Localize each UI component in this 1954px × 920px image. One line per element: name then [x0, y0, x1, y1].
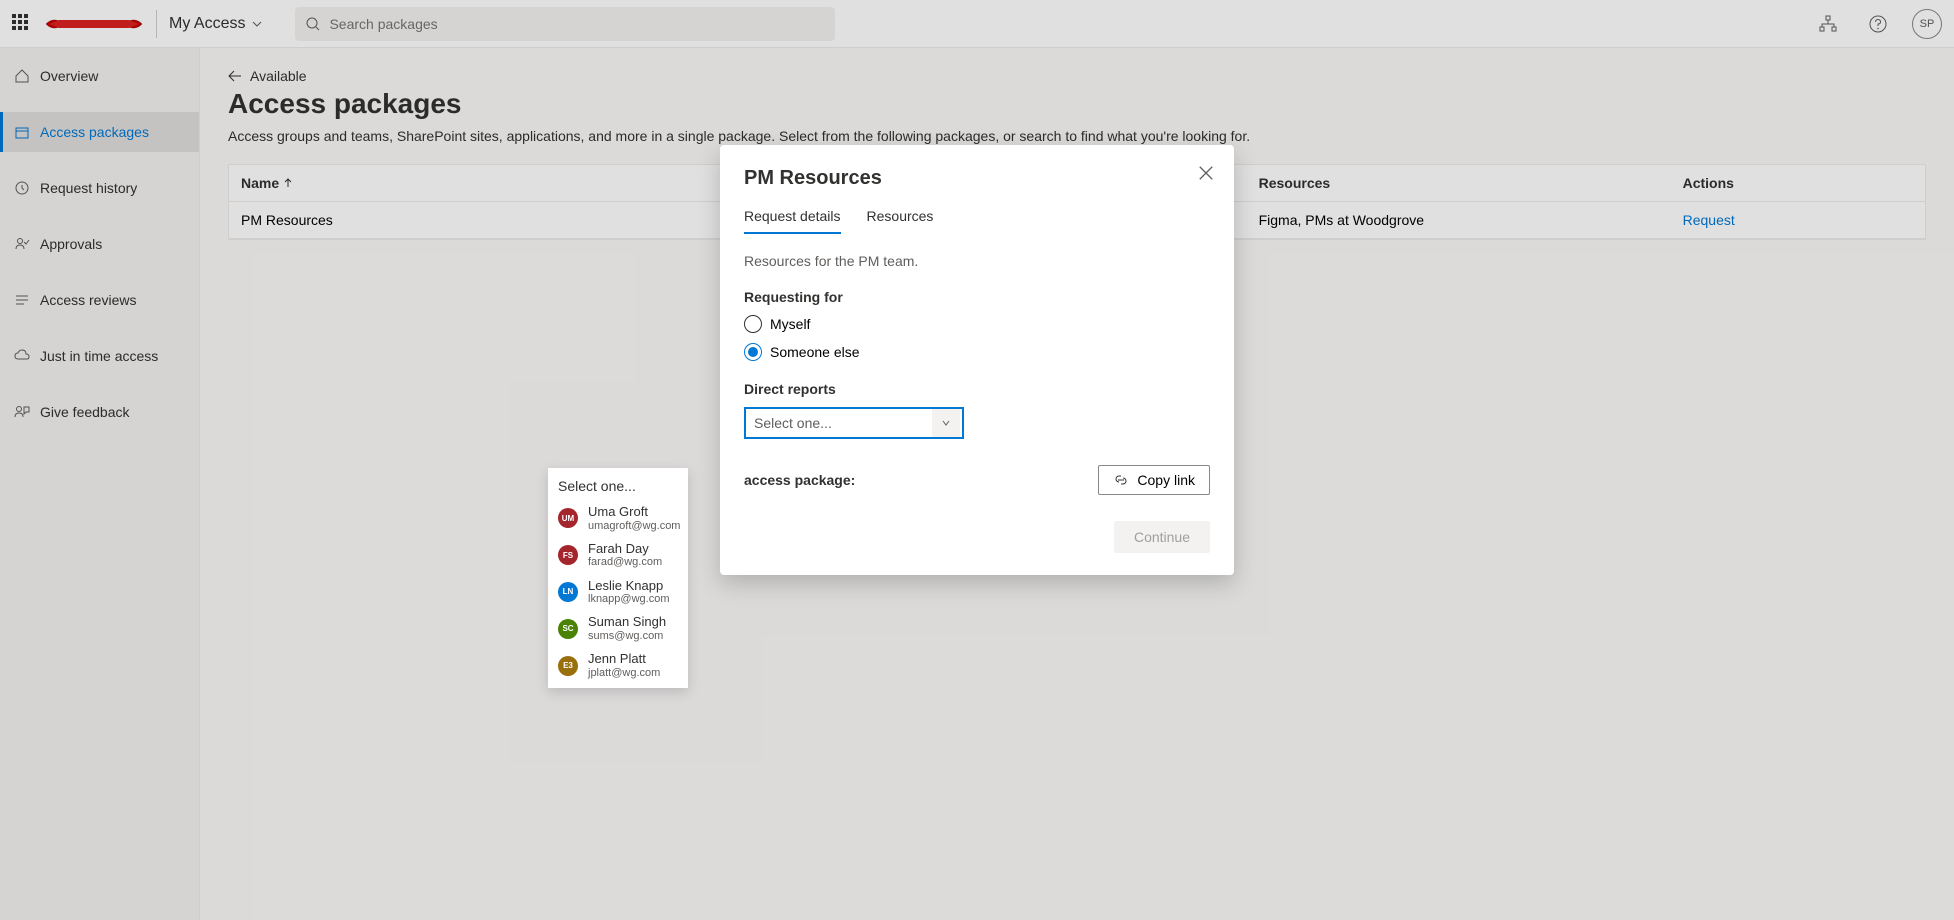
tab-resources[interactable]: Resources — [867, 208, 934, 234]
modal-actions: Continue — [744, 521, 1210, 553]
person-name: Suman Singh — [588, 614, 666, 630]
share-row: access package: Copy link — [744, 465, 1210, 495]
person-text: Jenn Platt jplatt@wg.com — [588, 651, 660, 680]
direct-reports-dropdown: Select one... UM Uma Groft umagroft@wg.c… — [548, 468, 688, 688]
modal-title: PM Resources — [744, 167, 1210, 190]
radio-someone-else[interactable]: Someone else — [744, 343, 1210, 361]
radio-label: Someone else — [770, 344, 860, 360]
person-name: Leslie Knapp — [588, 578, 669, 594]
request-modal: PM Resources Request details Resources R… — [720, 145, 1234, 575]
share-label: access package: — [744, 472, 855, 488]
direct-reports-label: Direct reports — [744, 381, 1210, 397]
radio-icon — [744, 315, 762, 333]
dropdown-placeholder[interactable]: Select one... — [548, 472, 688, 500]
dropdown-item[interactable]: FS Farah Day farad@wg.com — [548, 537, 688, 574]
person-text: Farah Day farad@wg.com — [588, 541, 662, 570]
person-avatar: FS — [558, 545, 578, 565]
person-text: Leslie Knapp lknapp@wg.com — [588, 578, 669, 607]
link-icon — [1113, 472, 1129, 488]
dropdown-item[interactable]: LN Leslie Knapp lknapp@wg.com — [548, 574, 688, 611]
dropdown-item[interactable]: UM Uma Groft umagroft@wg.com — [548, 500, 688, 537]
person-name: Uma Groft — [588, 504, 680, 520]
dropdown-item[interactable]: E3 Jenn Platt jplatt@wg.com — [548, 647, 688, 684]
modal-tabs: Request details Resources — [744, 208, 1210, 235]
person-avatar: UM — [558, 508, 578, 528]
continue-button[interactable]: Continue — [1114, 521, 1210, 553]
person-avatar: SC — [558, 619, 578, 639]
requesting-for-label: Requesting for — [744, 289, 1210, 305]
person-text: Uma Groft umagroft@wg.com — [588, 504, 680, 533]
direct-reports-combo[interactable]: Select one... — [744, 407, 964, 439]
person-avatar: LN — [558, 582, 578, 602]
radio-label: Myself — [770, 316, 810, 332]
person-name: Farah Day — [588, 541, 662, 557]
person-email: jplatt@wg.com — [588, 667, 660, 680]
close-icon[interactable] — [1196, 163, 1216, 183]
tab-request-details[interactable]: Request details — [744, 208, 841, 234]
person-email: umagroft@wg.com — [588, 520, 680, 533]
combo-placeholder: Select one... — [754, 415, 832, 431]
radio-icon — [744, 343, 762, 361]
modal-description: Resources for the PM team. — [744, 253, 1210, 269]
person-name: Jenn Platt — [588, 651, 660, 667]
dropdown-item[interactable]: SC Suman Singh sums@wg.com — [548, 610, 688, 647]
copy-link-button[interactable]: Copy link — [1098, 465, 1210, 495]
person-email: lknapp@wg.com — [588, 593, 669, 606]
person-avatar: E3 — [558, 656, 578, 676]
person-text: Suman Singh sums@wg.com — [588, 614, 666, 643]
person-email: sums@wg.com — [588, 630, 666, 643]
person-email: farad@wg.com — [588, 556, 662, 569]
radio-myself[interactable]: Myself — [744, 315, 1210, 333]
copy-link-label: Copy link — [1137, 472, 1195, 488]
chevron-down-icon — [932, 409, 960, 437]
